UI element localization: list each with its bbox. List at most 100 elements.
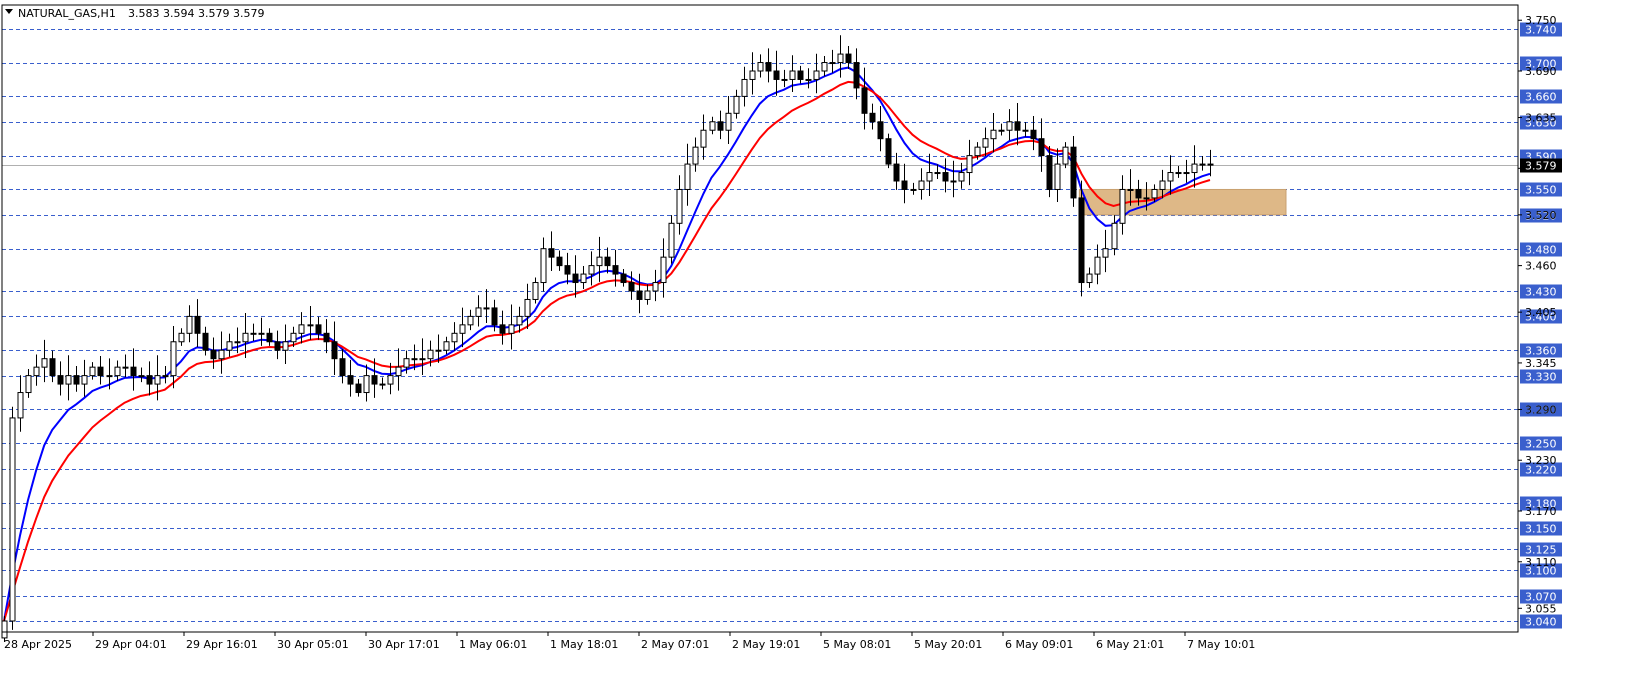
candle-body-up (427, 349, 434, 360)
candle (1030, 116, 1037, 151)
candle (709, 116, 716, 135)
candle (33, 354, 40, 386)
fast-moving-average-line (3, 66, 1211, 622)
candle-body-up (532, 282, 539, 300)
x-tick-label: 2 May 07:01 (641, 638, 709, 651)
x-tick-label: 2 May 19:01 (732, 638, 800, 651)
candle-body-up (154, 375, 161, 385)
candle-body-up (106, 375, 113, 378)
candle-body-up (387, 375, 394, 385)
y-tick-label: 3.230 (1525, 454, 1557, 467)
candle (1022, 122, 1029, 137)
candle (1175, 165, 1182, 178)
candle (805, 68, 812, 89)
candle (580, 265, 587, 290)
candle-body-up (411, 358, 418, 361)
candle (636, 273, 643, 314)
candle (154, 355, 161, 401)
candle (475, 295, 482, 327)
candle-body-up (700, 129, 707, 148)
candle-body-down (765, 62, 772, 72)
candle (692, 137, 699, 172)
x-tick-label: 1 May 06:01 (459, 638, 527, 651)
support-zone-rectangle[interactable] (1078, 188, 1287, 216)
candle-body-down (1070, 146, 1077, 199)
candle-body-up (1119, 188, 1126, 224)
candle (451, 322, 458, 351)
candle-body-down (130, 366, 137, 377)
candle-body-up (1086, 273, 1093, 284)
price-axis[interactable]: 3.7403.7003.6603.6303.5903.5503.5203.480… (1518, 14, 1562, 629)
candle-body-up (837, 53, 844, 64)
price-level-label: 3.150 (1525, 523, 1557, 536)
candle-body-down (57, 375, 64, 385)
candle-body-up (250, 332, 257, 335)
candle-body-up (676, 188, 683, 224)
candle-body-down (1014, 121, 1021, 131)
candle (821, 55, 828, 77)
candle (9, 406, 16, 630)
candle-body-up (33, 366, 40, 377)
candle-body-up (974, 146, 981, 157)
candle (620, 269, 627, 287)
candle-body-down (1078, 197, 1085, 284)
candle-body-up (644, 290, 651, 300)
candle-body-up (998, 129, 1005, 132)
candle-body-down (210, 349, 217, 360)
candle-body-up (89, 366, 96, 377)
candle (1183, 159, 1190, 183)
candle (837, 35, 844, 78)
candle-body-up (1167, 172, 1174, 182)
candle-body-up (1022, 129, 1029, 132)
candle (845, 45, 852, 70)
candle-body-down (893, 163, 900, 182)
candle-body-up (1199, 163, 1206, 166)
support-zone-layer (1078, 188, 1287, 216)
price-level-label: 3.550 (1525, 184, 1557, 197)
candle (65, 355, 72, 401)
y-tick-label: 3.405 (1525, 306, 1557, 319)
candle-body-up (218, 349, 225, 360)
candle-body-up (467, 315, 474, 326)
candle-body-down (339, 358, 346, 377)
candle-body-up (580, 273, 587, 284)
candle (604, 247, 611, 274)
candle (942, 158, 949, 193)
x-tick-label: 5 May 08:01 (823, 638, 891, 651)
y-tick-label: 3.290 (1525, 403, 1557, 416)
candle-body-up (122, 366, 129, 369)
candle-body-up (282, 341, 289, 351)
candle (234, 327, 241, 354)
candle (443, 336, 450, 355)
candle (499, 310, 506, 345)
candle (853, 48, 860, 100)
candle-body-up (186, 315, 193, 334)
candle (49, 350, 56, 383)
candle (684, 143, 691, 206)
candle-body-up (789, 70, 796, 80)
candle-body-up (966, 155, 973, 174)
candle (483, 289, 490, 323)
symbol-header: NATURAL_GAS,H1 3.583 3.594 3.579 3.579 (5, 7, 264, 20)
candle (861, 67, 868, 130)
candle-body-up (596, 256, 603, 267)
candle-body-down (323, 332, 330, 343)
time-axis[interactable]: 28 Apr 2025 29 Apr 04:01 29 Apr 16:01 30 Ap… (1, 632, 1255, 651)
price-level-label: 3.125 (1525, 544, 1557, 557)
candle-body-down (1030, 129, 1037, 140)
candle (194, 299, 201, 348)
candle-body-down (347, 375, 354, 385)
candle (339, 349, 346, 384)
dropdown-triangle-icon[interactable] (5, 9, 13, 14)
candle-body-up (258, 332, 265, 335)
candle (89, 362, 96, 380)
candle-body-down (548, 248, 555, 258)
candle (596, 236, 603, 282)
price-chart[interactable]: 3.7403.7003.6603.6303.5903.5503.5203.480… (0, 0, 1651, 686)
candle (532, 277, 539, 304)
candle-body-up (162, 375, 169, 378)
price-level-label: 3.430 (1525, 286, 1557, 299)
candle-body-up (524, 298, 531, 317)
candle (122, 354, 129, 378)
candle (660, 238, 667, 298)
